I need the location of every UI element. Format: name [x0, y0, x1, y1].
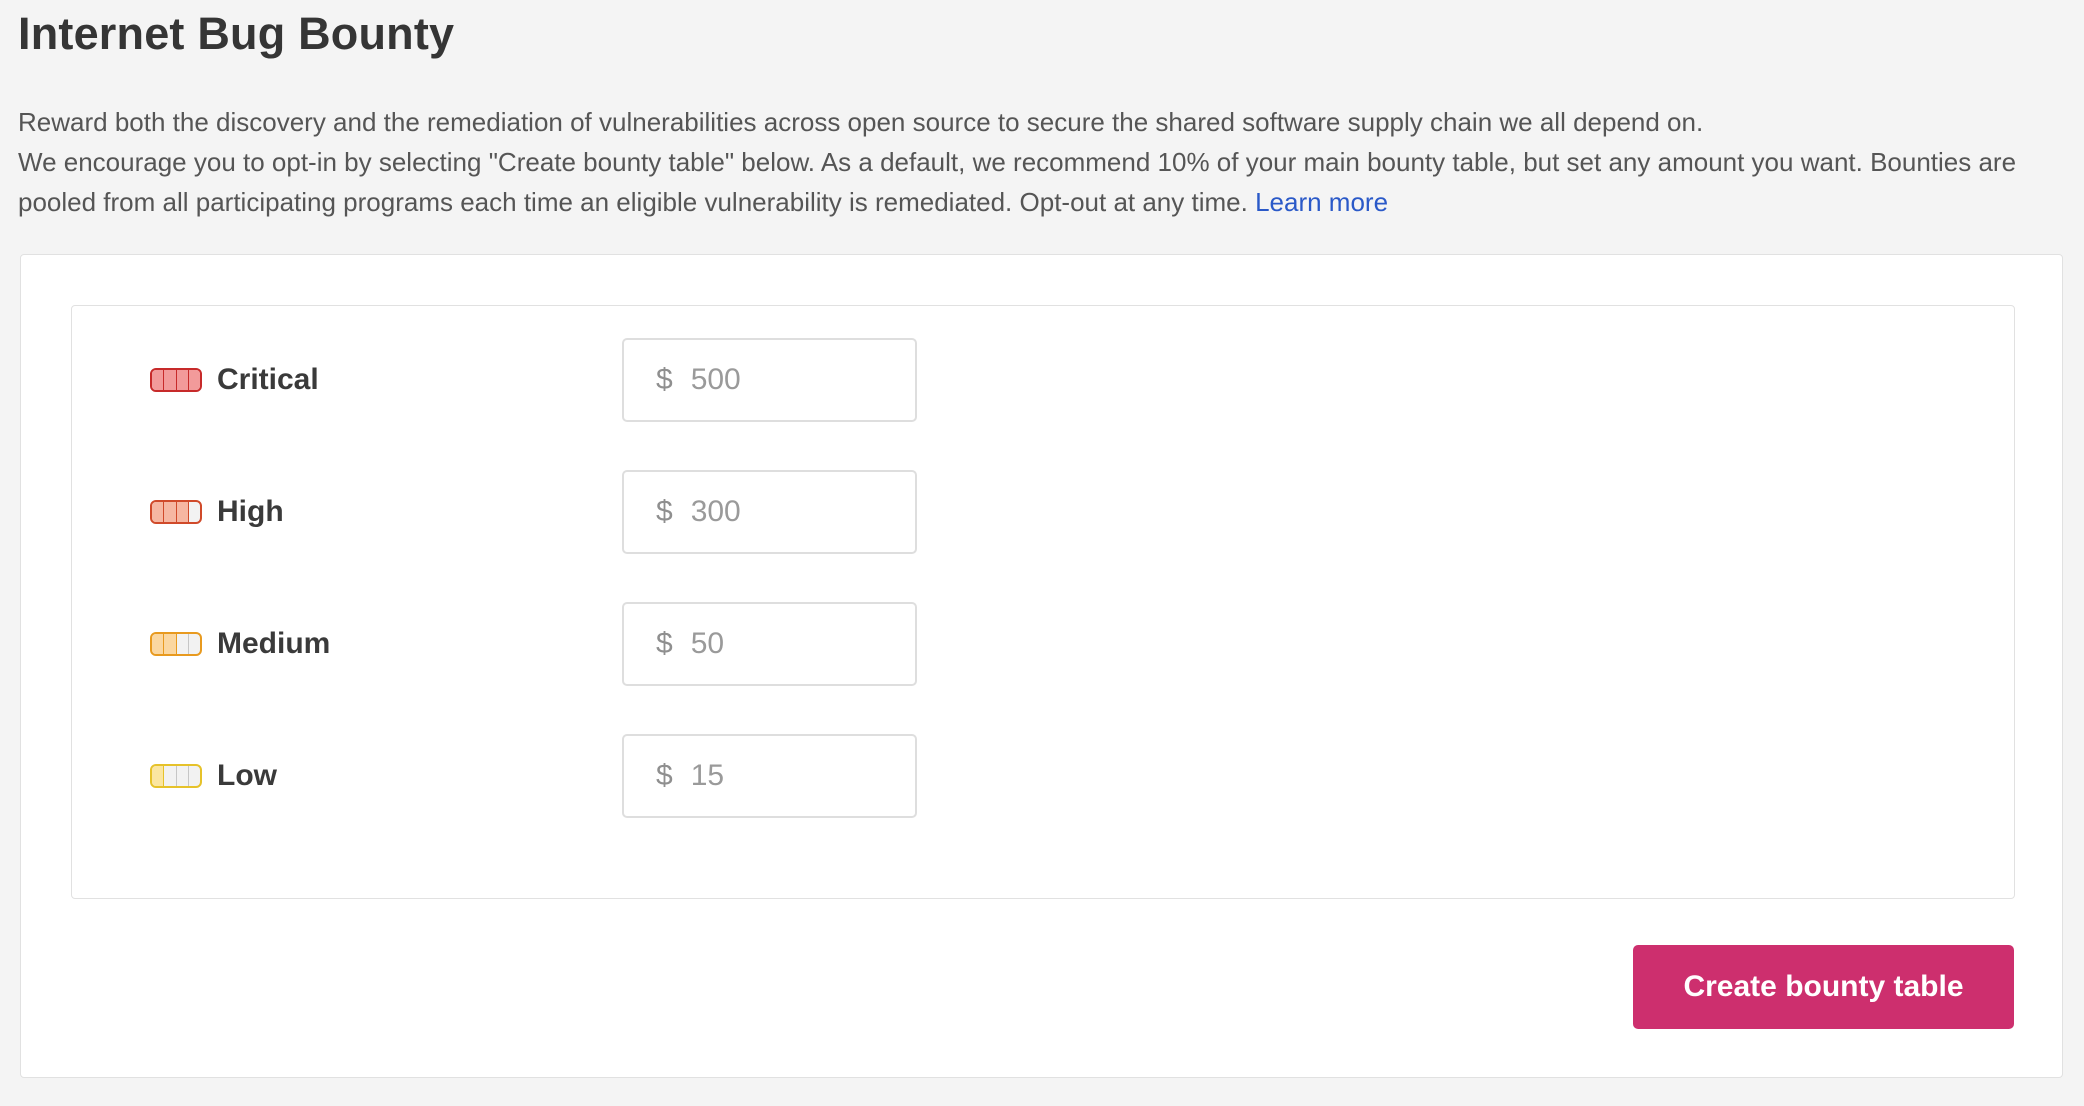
bounty-card: Critical $ High $: [20, 254, 2063, 1078]
severity-label: Critical: [217, 363, 319, 396]
currency-symbol: $: [656, 627, 673, 660]
amount-field-critical[interactable]: $: [622, 338, 917, 422]
amount-input-low[interactable]: [690, 759, 871, 793]
learn-more-link[interactable]: Learn more: [1255, 187, 1388, 217]
currency-symbol: $: [656, 495, 673, 528]
severity-cell: High: [150, 470, 284, 554]
severity-critical-icon: [150, 368, 202, 392]
internet-bug-bounty-page: Internet Bug Bounty Reward both the disc…: [0, 0, 2084, 1106]
description: Reward both the discovery and the remedi…: [18, 102, 2058, 222]
create-bounty-table-button[interactable]: Create bounty table: [1633, 945, 2014, 1029]
severity-label: High: [217, 495, 284, 528]
page-title: Internet Bug Bounty: [18, 8, 455, 59]
severity-medium-icon: [150, 632, 202, 656]
amount-input-critical[interactable]: [690, 363, 871, 397]
bounty-row-low: Low $: [72, 734, 2014, 818]
amount-field-medium[interactable]: $: [622, 602, 917, 686]
severity-cell: Low: [150, 734, 277, 818]
severity-label: Medium: [217, 627, 331, 660]
severity-cell: Critical: [150, 338, 319, 422]
severity-high-icon: [150, 500, 202, 524]
amount-input-high[interactable]: [690, 495, 871, 529]
description-line-2: We encourage you to opt-in by selecting …: [18, 142, 2058, 222]
amount-input-medium[interactable]: [690, 627, 871, 661]
severity-cell: Medium: [150, 602, 330, 686]
amount-field-high[interactable]: $: [622, 470, 917, 554]
description-line-2-text: We encourage you to opt-in by selecting …: [18, 147, 2017, 217]
currency-symbol: $: [656, 363, 673, 396]
currency-symbol: $: [656, 759, 673, 792]
bounty-row-medium: Medium $: [72, 602, 2014, 686]
description-line-1: Reward both the discovery and the remedi…: [18, 107, 1704, 137]
bounty-table: Critical $ High $: [71, 305, 2015, 899]
severity-low-icon: [150, 764, 202, 788]
severity-label: Low: [217, 759, 277, 792]
amount-field-low[interactable]: $: [622, 734, 917, 818]
bounty-row-critical: Critical $: [72, 338, 2014, 422]
bounty-row-high: High $: [72, 470, 2014, 554]
